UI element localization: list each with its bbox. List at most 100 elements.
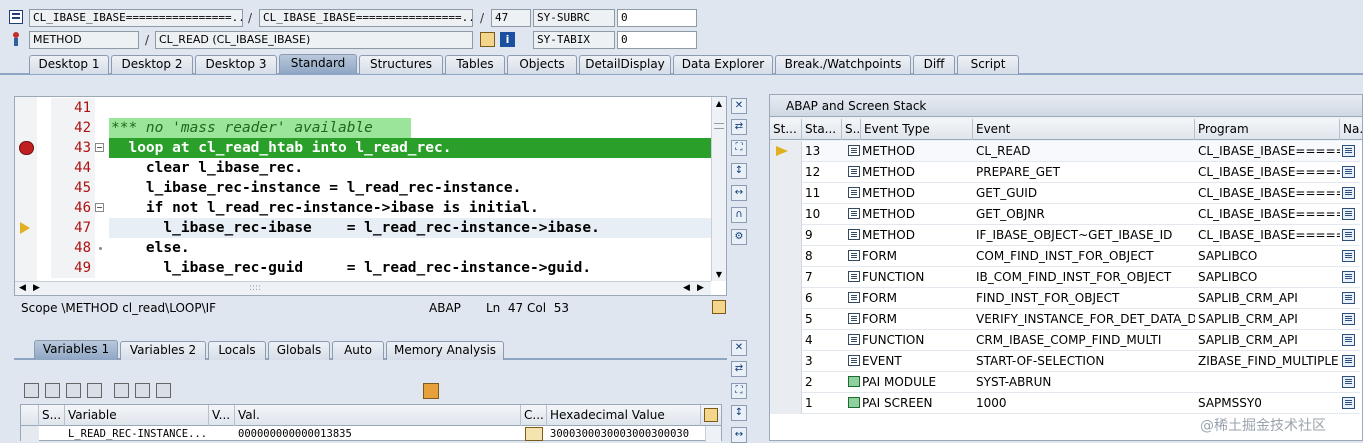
tab-desktop-3[interactable]: Desktop 3: [195, 55, 277, 74]
vars-vscrollbar[interactable]: [705, 426, 721, 442]
event-type-cell[interactable]: FORM: [845, 288, 973, 309]
editor-hscrollbar[interactable]: ◀ ▶ :::: ◀ ▶: [15, 281, 711, 295]
event-type-cell[interactable]: FORM: [845, 309, 973, 330]
navigate-source-icon[interactable]: [1342, 397, 1355, 409]
col-c[interactable]: C...: [521, 405, 547, 426]
code-line[interactable]: loop at cl_read_htab into l_read_rec.: [111, 138, 711, 158]
tab-tables[interactable]: Tables: [445, 55, 505, 74]
stack-level[interactable]: 8: [802, 246, 842, 267]
tab-structures[interactable]: Structures: [359, 55, 443, 74]
code-line[interactable]: if not l_read_rec-instance->ibase is ini…: [111, 198, 711, 218]
event-type-cell[interactable]: PAI MODULE: [845, 372, 973, 393]
event-field[interactable]: CL_READ (CL_IBASE_IBASE): [155, 31, 473, 49]
stack-level[interactable]: 5: [802, 309, 842, 330]
stack-row[interactable]: 6 FORM FIND_INST_FOR_OBJECT SAPLIB_CRM_API: [770, 288, 1360, 309]
event-name[interactable]: VERIFY_INSTANCE_FOR_DET_DATA_D: [973, 309, 1195, 330]
stack-row[interactable]: 9 METHOD IF_IBASE_OBJECT~GET_IBASE_ID CL_IB…: [770, 225, 1360, 246]
event-type-cell[interactable]: METHOD: [845, 141, 973, 162]
col-hex[interactable]: Hexadecimal Value: [547, 405, 701, 426]
event-name[interactable]: PREPARE_GET: [973, 162, 1195, 183]
delete-icon[interactable]: [24, 383, 39, 398]
navigate-source-icon[interactable]: [1342, 292, 1355, 304]
layout-icon[interactable]: [704, 408, 718, 422]
program-name[interactable]: SAPLIBCO: [1195, 267, 1340, 288]
stack-level[interactable]: 11: [802, 183, 842, 204]
event-type-cell[interactable]: METHOD: [845, 225, 973, 246]
program-name[interactable]: SAPLIB_CRM_API: [1195, 309, 1340, 330]
tab-standard[interactable]: Standard: [279, 54, 357, 74]
stack-row[interactable]: 2 PAI MODULE SYST-ABRUN: [770, 372, 1360, 393]
event-name[interactable]: GET_OBJNR: [973, 204, 1195, 225]
program-name[interactable]: CL_IBASE_IBASE======...: [1195, 183, 1340, 204]
include-field[interactable]: CL_IBASE_IBASE================...: [259, 9, 473, 27]
variable-name[interactable]: L_READ_REC-INSTANCE...: [68, 426, 207, 442]
breakpoint-icon[interactable]: [19, 141, 34, 155]
tab-detaildisplay[interactable]: DetailDisplay: [579, 55, 671, 74]
expand-horizontal-icon[interactable]: ↔: [731, 185, 747, 201]
stack-level[interactable]: 6: [802, 288, 842, 309]
navigate-source-icon[interactable]: [1342, 376, 1355, 388]
tab-variables-1[interactable]: Variables 1: [34, 340, 118, 360]
event-name[interactable]: 1000: [973, 393, 1195, 414]
tab-memory-analysis[interactable]: Memory Analysis: [386, 341, 504, 360]
col-s[interactable]: S...: [842, 119, 861, 140]
stack-level[interactable]: 3: [802, 351, 842, 372]
expand-vertical-icon[interactable]: ↕: [731, 405, 747, 421]
close-icon[interactable]: ✕: [731, 340, 747, 356]
col-variable[interactable]: Variable: [65, 405, 209, 426]
edit-pencil-icon[interactable]: [525, 427, 543, 441]
event-type-cell[interactable]: FUNCTION: [845, 330, 973, 351]
event-name[interactable]: IB_COM_FIND_INST_FOR_OBJECT: [973, 267, 1195, 288]
col-v[interactable]: V...: [209, 405, 235, 426]
tab-desktop-2[interactable]: Desktop 2: [111, 55, 193, 74]
event-name[interactable]: GET_GUID: [973, 183, 1195, 204]
event-type-cell[interactable]: METHOD: [845, 162, 973, 183]
navigate-source-icon[interactable]: [1342, 250, 1355, 262]
code-line[interactable]: else.: [111, 238, 711, 258]
code-line[interactable]: l_ibase_rec-ibase = l_read_rec-instance-…: [111, 218, 711, 238]
tab-auto[interactable]: Auto: [332, 341, 384, 360]
program-name[interactable]: CL_IBASE_IBASE======...: [1195, 225, 1340, 246]
stack-row[interactable]: 7 FUNCTION IB_COM_FIND_INST_FOR_OBJECT SAPL…: [770, 267, 1360, 288]
col-status[interactable]: S...: [39, 405, 65, 426]
col-st[interactable]: St...: [770, 119, 802, 140]
stack-level[interactable]: 10: [802, 204, 842, 225]
line-number-field[interactable]: 47: [491, 9, 531, 27]
event-type-cell[interactable]: METHOD: [845, 183, 973, 204]
program-name[interactable]: CL_IBASE_IBASE======...: [1195, 162, 1340, 183]
navigate-source-icon[interactable]: [1342, 145, 1355, 157]
tab-objects[interactable]: Objects: [507, 55, 577, 74]
tab-data-explorer[interactable]: Data Explorer: [673, 55, 773, 74]
program-name[interactable]: SAPLIBCO: [1195, 246, 1340, 267]
event-name[interactable]: IF_IBASE_OBJECT~GET_IBASE_ID: [973, 225, 1195, 246]
variable-value[interactable]: 000000000000013835: [238, 426, 352, 442]
stack-row[interactable]: 12 METHOD PREPARE_GETCL_IBASE_IBASE======.…: [770, 162, 1360, 183]
tab-script[interactable]: Script: [957, 55, 1019, 74]
code-line[interactable]: l_ibase_rec-guid = l_read_rec-instance->…: [111, 258, 711, 278]
sy-subrc-value[interactable]: 0: [617, 9, 697, 27]
stack-level[interactable]: 1: [802, 393, 842, 414]
stack-row[interactable]: 4 FUNCTION CRM_IBASE_COMP_FIND_MULTI SAPLIB…: [770, 330, 1360, 351]
event-type-cell[interactable]: FUNCTION: [845, 267, 973, 288]
swap-icon[interactable]: ⇄: [731, 361, 747, 377]
program-name[interactable]: SAPMSSY0: [1195, 393, 1340, 414]
editor-options-icon[interactable]: [712, 300, 726, 314]
editor-vscrollbar[interactable]: ▲ ▼: [711, 97, 726, 281]
event-type-cell[interactable]: METHOD: [845, 204, 973, 225]
code-line[interactable]: clear l_ibase_rec.: [111, 158, 711, 178]
event-type-cell[interactable]: PAI SCREEN: [845, 393, 973, 414]
event-name[interactable]: CL_READ: [973, 141, 1195, 162]
stack-row[interactable]: 10 METHOD GET_OBJNRCL_IBASE_IBASE======...: [770, 204, 1360, 225]
stack-row[interactable]: 11 METHOD GET_GUIDCL_IBASE_IBASE======...: [770, 183, 1360, 204]
tab-breakpoints[interactable]: Break./Watchpoints: [775, 55, 911, 74]
col-sta[interactable]: Sta...: [802, 119, 842, 140]
table-row[interactable]: L_READ_REC-INSTANCE... 00000000000001383…: [21, 426, 721, 442]
tab-locals[interactable]: Locals: [208, 341, 266, 360]
headset-icon[interactable]: ∩: [731, 207, 747, 223]
stack-row[interactable]: 3 EVENT START-OF-SELECTION ZIBASE_FIND_MULT…: [770, 351, 1360, 372]
save-icon[interactable]: [423, 383, 439, 399]
event-type-field[interactable]: METHOD: [29, 31, 139, 49]
event-type-cell[interactable]: FORM: [845, 246, 973, 267]
tab-desktop-1[interactable]: Desktop 1: [29, 55, 109, 74]
event-type-cell[interactable]: EVENT: [845, 351, 973, 372]
